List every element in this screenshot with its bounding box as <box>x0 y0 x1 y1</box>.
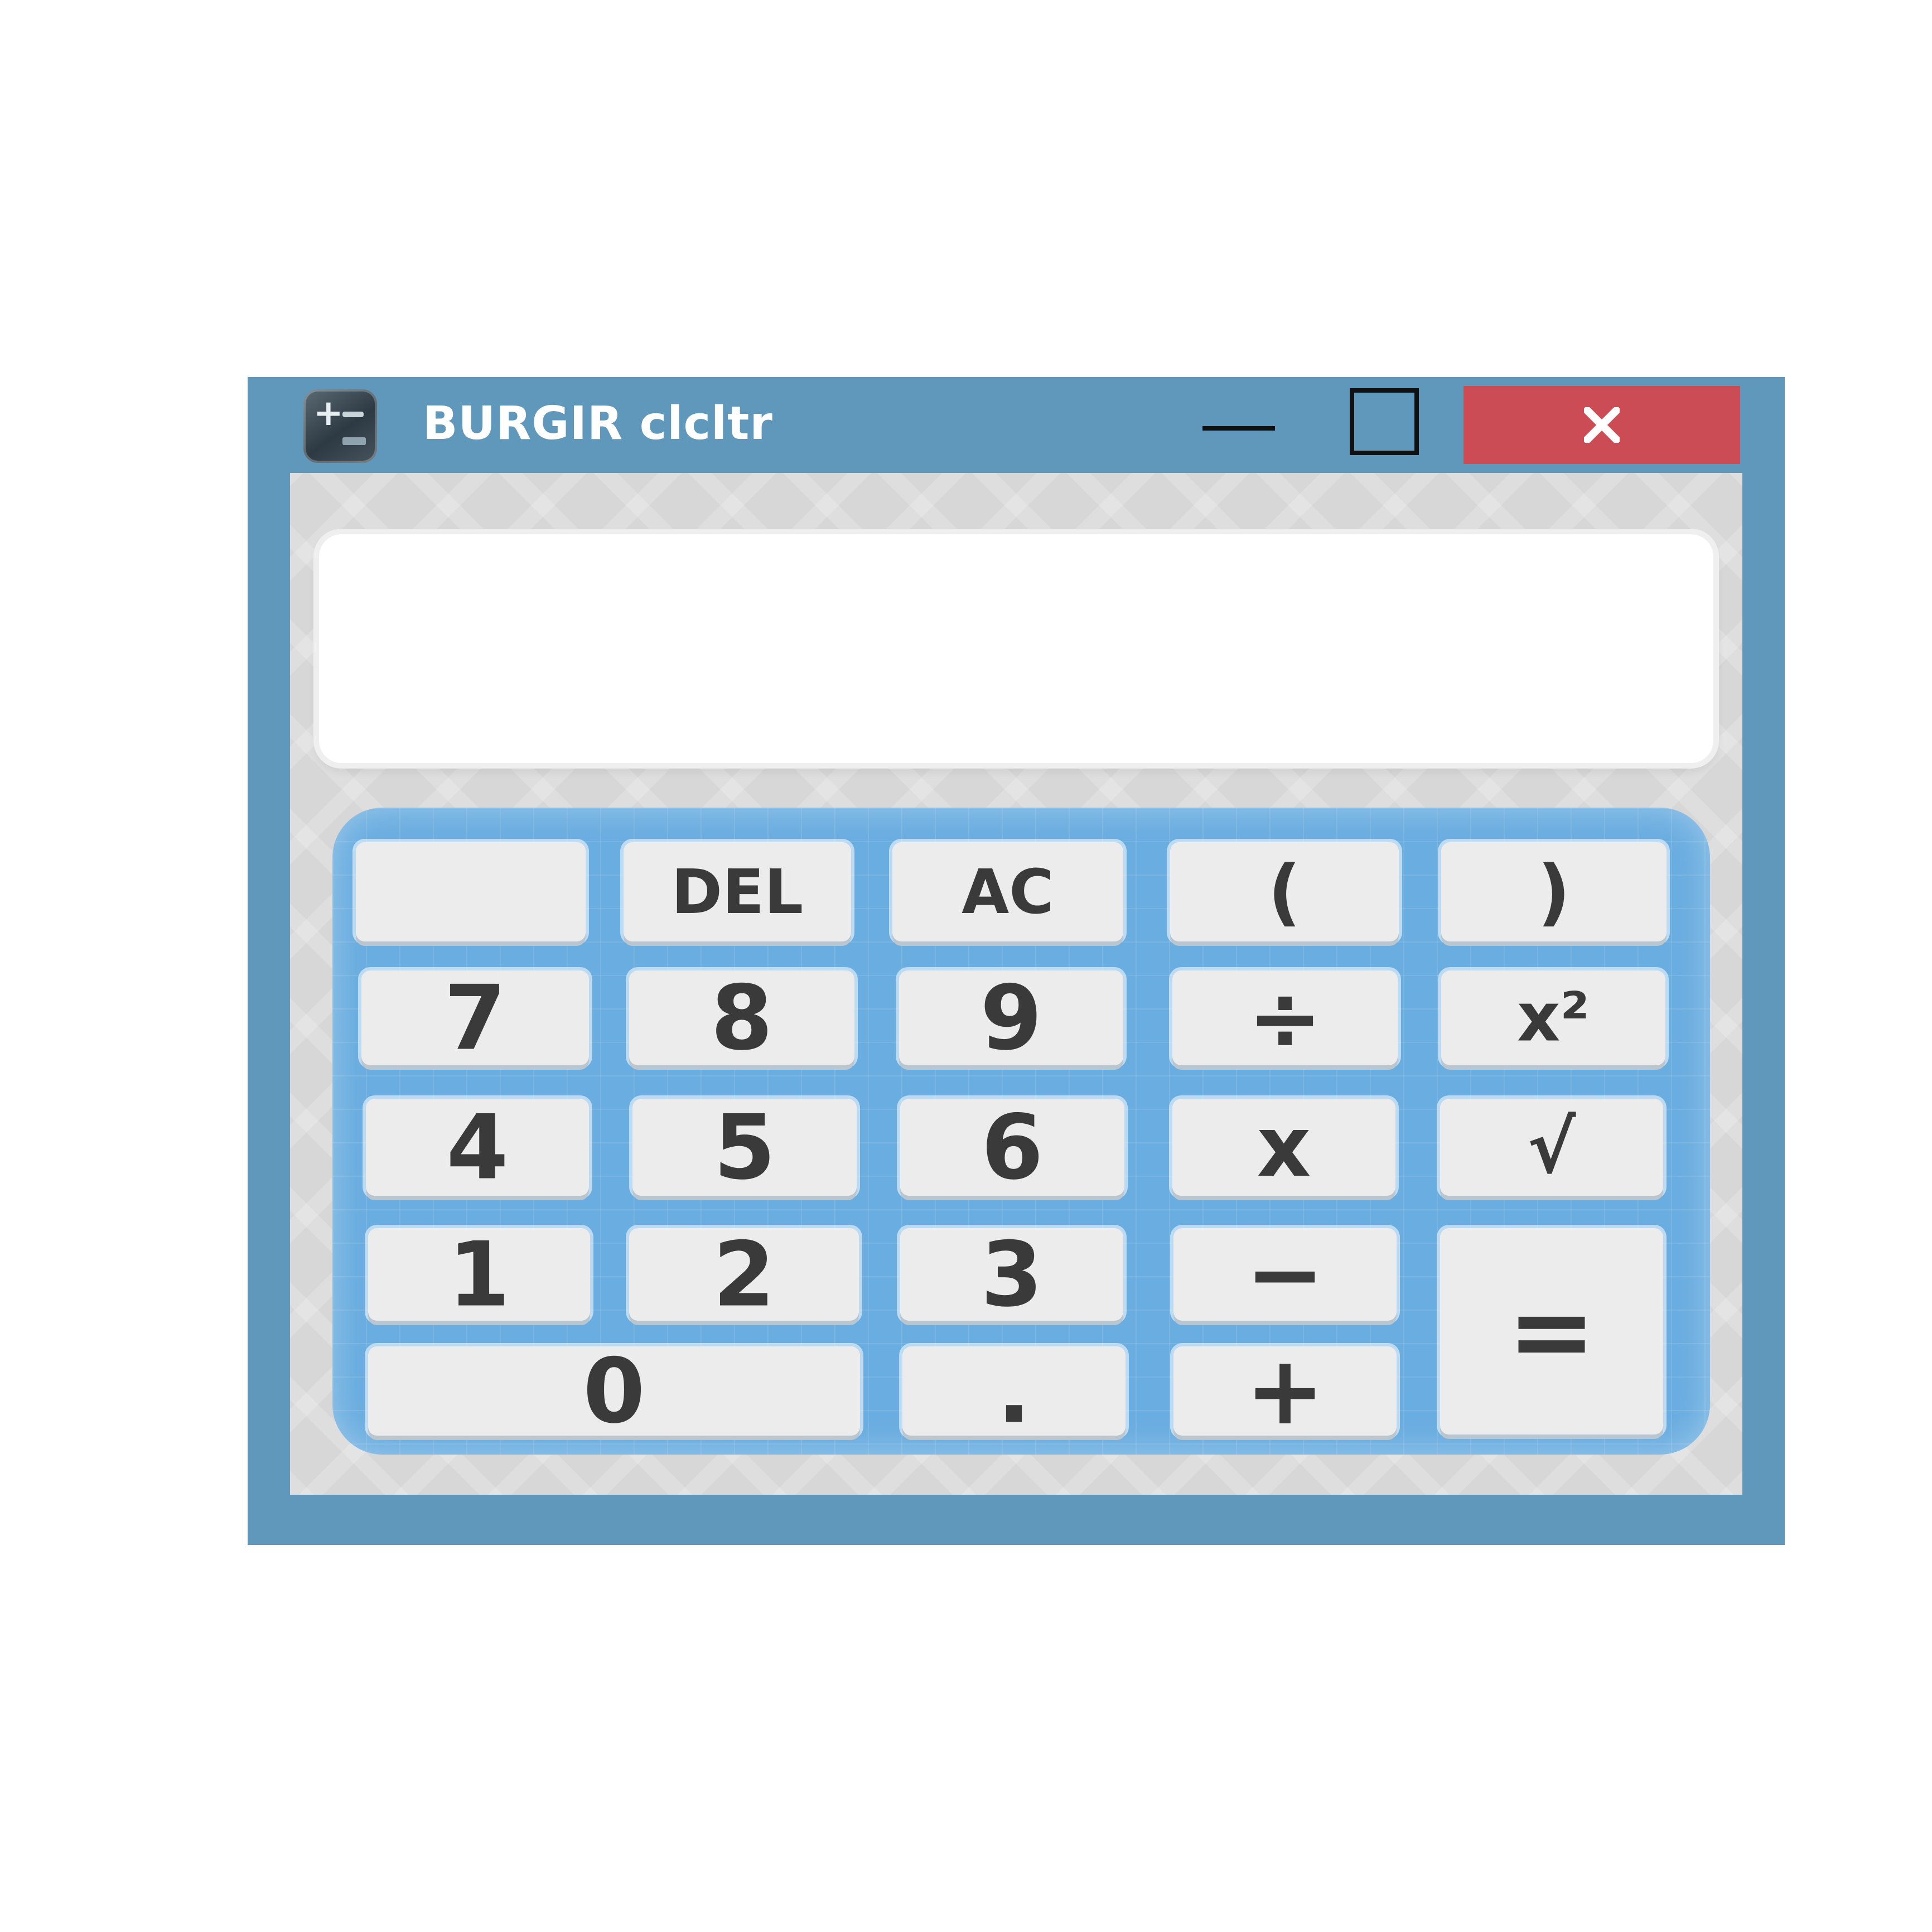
subtract-label: − <box>1245 1219 1325 1330</box>
plus-glyph-icon: + <box>313 393 344 434</box>
digit-7-button[interactable]: 7 <box>361 966 589 1070</box>
open-paren-button[interactable]: ( <box>1170 842 1399 941</box>
digit-0-label: 0 <box>583 1339 645 1443</box>
keypad: DEL AC ( ) 7 8 9 ÷ x² 4 5 6 x √ 1 2 3 − … <box>332 808 1710 1455</box>
add-button[interactable]: + <box>1173 1336 1397 1446</box>
digit-9-button[interactable]: 9 <box>899 966 1123 1070</box>
square-button[interactable]: x² <box>1441 970 1665 1065</box>
digit-8-button[interactable]: 8 <box>629 966 854 1070</box>
keypad-glyph-icon <box>342 437 366 445</box>
calculator-window: + BURGIR clcltr DEL AC ( ) 7 8 9 ÷ x² 4 … <box>248 377 1785 1545</box>
equals-button[interactable]: = <box>1440 1228 1663 1434</box>
digit-9-label: 9 <box>980 965 1042 1070</box>
open-paren-label: ( <box>1268 849 1301 934</box>
close-paren-label: ) <box>1537 849 1571 934</box>
digit-5-label: 5 <box>713 1095 776 1200</box>
close-paren-button[interactable]: ) <box>1441 842 1667 941</box>
delete-button-label: DEL <box>671 856 804 928</box>
digit-7-label: 7 <box>444 965 506 1070</box>
digit-1-button[interactable]: 1 <box>368 1223 590 1327</box>
square-root-label: √ <box>1527 1105 1576 1190</box>
multiply-button[interactable]: x <box>1172 1099 1395 1196</box>
digit-3-button[interactable]: 3 <box>900 1223 1123 1327</box>
digit-3-label: 3 <box>981 1222 1043 1327</box>
blank-key[interactable] <box>356 842 586 941</box>
digit-2-button[interactable]: 2 <box>629 1223 859 1327</box>
window-title: BURGIR clcltr <box>423 397 773 450</box>
minimize-button[interactable] <box>1202 412 1275 445</box>
close-button[interactable] <box>1464 386 1740 464</box>
divide-button[interactable]: ÷ <box>1172 966 1398 1070</box>
decimal-point-button[interactable]: . <box>902 1339 1126 1443</box>
multiply-label: x <box>1257 1099 1311 1196</box>
subtract-button[interactable]: − <box>1173 1219 1397 1330</box>
minus-glyph-icon <box>342 412 364 417</box>
all-clear-button[interactable]: AC <box>892 842 1123 941</box>
all-clear-button-label: AC <box>962 856 1054 928</box>
digit-6-button[interactable]: 6 <box>900 1095 1124 1200</box>
digit-8-label: 8 <box>711 965 773 1070</box>
digit-5-button[interactable]: 5 <box>632 1095 857 1200</box>
display-screen <box>319 534 1713 763</box>
digit-0-button[interactable]: 0 <box>368 1339 860 1443</box>
square-label: x² <box>1517 979 1590 1057</box>
digit-6-label: 6 <box>981 1095 1044 1200</box>
digit-4-label: 4 <box>446 1095 509 1200</box>
equals-label: = <box>1507 1269 1596 1393</box>
close-icon <box>1584 407 1620 443</box>
delete-button[interactable]: DEL <box>624 842 851 941</box>
decimal-point-label: . <box>997 1339 1031 1443</box>
square-root-button[interactable]: √ <box>1440 1099 1663 1196</box>
digit-4-button[interactable]: 4 <box>366 1095 589 1200</box>
title-bar[interactable]: + BURGIR clcltr <box>248 377 1785 471</box>
calculator-app-icon: + <box>303 389 377 463</box>
digit-2-label: 2 <box>713 1222 775 1327</box>
calculator-body: DEL AC ( ) 7 8 9 ÷ x² 4 5 6 x √ 1 2 3 − … <box>290 473 1742 1495</box>
digit-1-label: 1 <box>448 1222 510 1327</box>
divide-label: ÷ <box>1247 965 1323 1070</box>
maximize-button[interactable] <box>1350 388 1419 455</box>
add-label: + <box>1245 1336 1325 1446</box>
